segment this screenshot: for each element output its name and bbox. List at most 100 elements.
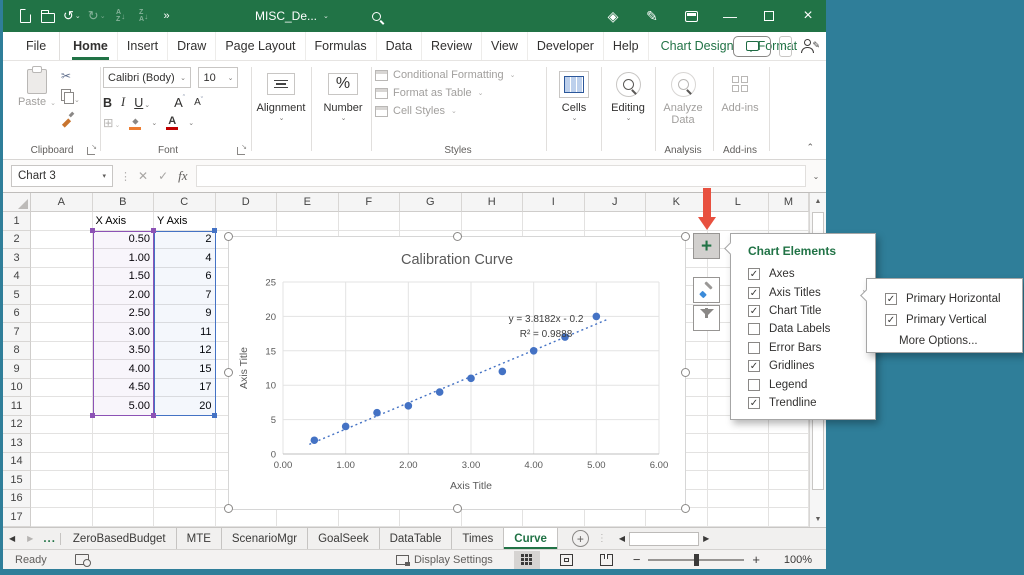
sheet-tab-times[interactable]: Times bbox=[452, 528, 504, 549]
font-name-select[interactable]: Calibri (Body)⌄ bbox=[103, 67, 191, 88]
column-header-F[interactable]: F bbox=[339, 193, 401, 212]
grid-cell[interactable] bbox=[31, 323, 93, 342]
addins-button[interactable]: Add-ins bbox=[715, 69, 765, 114]
shrink-font-button[interactable]: Aˇ bbox=[194, 97, 203, 108]
chart-selection-handle[interactable] bbox=[224, 504, 233, 513]
chart-canvas[interactable]: 0.001.002.003.004.005.006.000510152025Ca… bbox=[229, 237, 685, 509]
grid-cell[interactable] bbox=[585, 212, 647, 231]
normal-view-button[interactable] bbox=[514, 551, 540, 569]
cells-group-button[interactable]: Cells ⌄ bbox=[549, 69, 599, 122]
redo-button[interactable]: ↻⌄ bbox=[88, 6, 106, 26]
sheet-tab-zerobasedbudget[interactable]: ZeroBasedBudget bbox=[63, 528, 177, 549]
chart-selection-handle[interactable] bbox=[224, 368, 233, 377]
tab-help[interactable]: Help bbox=[604, 32, 649, 60]
display-settings-button[interactable]: Display Settings bbox=[414, 554, 493, 566]
enter-icon[interactable]: ✓ bbox=[158, 169, 168, 183]
row-header-11[interactable]: 11 bbox=[3, 397, 31, 416]
checkbox-unchecked[interactable] bbox=[748, 323, 760, 335]
column-header-B[interactable]: B bbox=[93, 193, 155, 212]
row-header-8[interactable]: 8 bbox=[3, 342, 31, 361]
sheet-tab-mte[interactable]: MTE bbox=[177, 528, 222, 549]
grid-cell[interactable] bbox=[31, 397, 93, 416]
page-break-view-button[interactable] bbox=[594, 551, 620, 569]
grid-cell[interactable]: 20 bbox=[154, 397, 216, 416]
grid-cell[interactable] bbox=[708, 434, 770, 453]
new-file-icon[interactable] bbox=[17, 6, 33, 26]
grid-cell[interactable] bbox=[646, 508, 708, 527]
maximize-button[interactable] bbox=[761, 6, 777, 26]
row-header-9[interactable]: 9 bbox=[3, 360, 31, 379]
grid-cell[interactable] bbox=[523, 508, 585, 527]
grid-cell[interactable] bbox=[708, 508, 770, 527]
grid-cell[interactable] bbox=[31, 360, 93, 379]
sheet-overflow-indicator[interactable]: ... bbox=[39, 533, 60, 545]
bold-button[interactable]: B bbox=[103, 96, 112, 110]
zoom-out-button[interactable]: − bbox=[627, 552, 647, 567]
chart-element-item-trendline[interactable]: ✓Trendline bbox=[731, 394, 875, 412]
grid-cell[interactable] bbox=[31, 416, 93, 435]
chart-element-item-axis-titles[interactable]: ✓Axis Titles› bbox=[731, 283, 875, 301]
grid-cell[interactable]: Y Axis bbox=[154, 212, 216, 231]
grid-cell[interactable] bbox=[31, 305, 93, 324]
grid-cell[interactable] bbox=[31, 453, 93, 472]
grid-cell[interactable]: 7 bbox=[154, 286, 216, 305]
tab-chart-design[interactable]: Chart Design bbox=[649, 32, 746, 60]
zoom-slider[interactable] bbox=[648, 559, 744, 561]
tab-developer[interactable]: Developer bbox=[528, 32, 604, 60]
row-header-5[interactable]: 5 bbox=[3, 286, 31, 305]
grid-cell[interactable] bbox=[277, 508, 339, 527]
grid-cell[interactable]: 15 bbox=[154, 360, 216, 379]
search-icon[interactable] bbox=[368, 6, 384, 26]
copy-button[interactable]: ⌄ bbox=[61, 89, 80, 107]
grid-cell[interactable] bbox=[31, 231, 93, 250]
grid-cell[interactable]: 1.50 bbox=[93, 268, 155, 287]
checkbox-unchecked[interactable] bbox=[748, 342, 760, 354]
grid-cell[interactable] bbox=[31, 508, 93, 527]
trendline-equation[interactable]: y = 3.8182x - 0.2 bbox=[509, 314, 584, 325]
draw-pen-icon[interactable]: ✎ bbox=[644, 6, 660, 26]
grid-cell[interactable] bbox=[93, 416, 155, 435]
tab-file[interactable]: File bbox=[13, 32, 60, 60]
italic-button[interactable]: I bbox=[121, 95, 125, 110]
font-size-select[interactable]: 10⌄ bbox=[198, 67, 238, 88]
grid-cell[interactable] bbox=[523, 212, 585, 231]
cell-styles-button[interactable]: Cell Styles⌄ bbox=[375, 105, 541, 117]
submenu-item-primary-vertical[interactable]: ✓Primary Vertical bbox=[867, 309, 1022, 330]
row-header-17[interactable]: 17 bbox=[3, 508, 31, 527]
row-header-2[interactable]: 2 bbox=[3, 231, 31, 250]
grid-cell[interactable] bbox=[154, 471, 216, 490]
trendline-r-squared[interactable]: R² = 0.9888 bbox=[520, 329, 573, 340]
document-title[interactable]: MISC_De...⌄ bbox=[255, 9, 329, 23]
hscroll-right-icon[interactable]: ▶ bbox=[699, 534, 713, 543]
grid-cell[interactable] bbox=[769, 434, 809, 453]
column-header-C[interactable]: C bbox=[154, 193, 216, 212]
grid-cell[interactable]: 0.50 bbox=[93, 231, 155, 250]
format-as-table-button[interactable]: Format as Table⌄ bbox=[375, 87, 541, 99]
comments-button[interactable] bbox=[733, 36, 771, 57]
grid-cell[interactable]: 4.00 bbox=[93, 360, 155, 379]
chart-selection-handle[interactable] bbox=[453, 232, 462, 241]
chart-selection-handle[interactable] bbox=[224, 232, 233, 241]
column-header-I[interactable]: I bbox=[523, 193, 585, 212]
grid-cell[interactable]: 11 bbox=[154, 323, 216, 342]
grid-cell[interactable] bbox=[31, 249, 93, 268]
row-header-4[interactable]: 4 bbox=[3, 268, 31, 287]
grid-cell[interactable] bbox=[31, 342, 93, 361]
paste-button[interactable]: Paste ⌄ bbox=[17, 69, 57, 108]
fill-color-button[interactable]: ⬥ bbox=[129, 116, 141, 130]
grid-cell[interactable] bbox=[31, 268, 93, 287]
more-commands-icon[interactable]: » bbox=[159, 6, 175, 26]
chart-selection-handle[interactable] bbox=[681, 232, 690, 241]
grid-cell[interactable]: 1.00 bbox=[93, 249, 155, 268]
alignment-group-button[interactable]: Alignment ⌄ bbox=[253, 69, 309, 122]
format-painter-icon[interactable] bbox=[61, 113, 74, 126]
close-button[interactable]: × bbox=[800, 6, 816, 26]
row-header-13[interactable]: 13 bbox=[3, 434, 31, 453]
chart-element-item-error-bars[interactable]: Error Bars bbox=[731, 339, 875, 357]
chart-element-item-data-labels[interactable]: Data Labels bbox=[731, 320, 875, 338]
grid-cell[interactable] bbox=[154, 416, 216, 435]
grid-cell[interactable] bbox=[31, 490, 93, 509]
grid-cell[interactable] bbox=[31, 212, 93, 231]
grid-cell[interactable] bbox=[31, 379, 93, 398]
column-header-M[interactable]: M bbox=[769, 193, 809, 212]
